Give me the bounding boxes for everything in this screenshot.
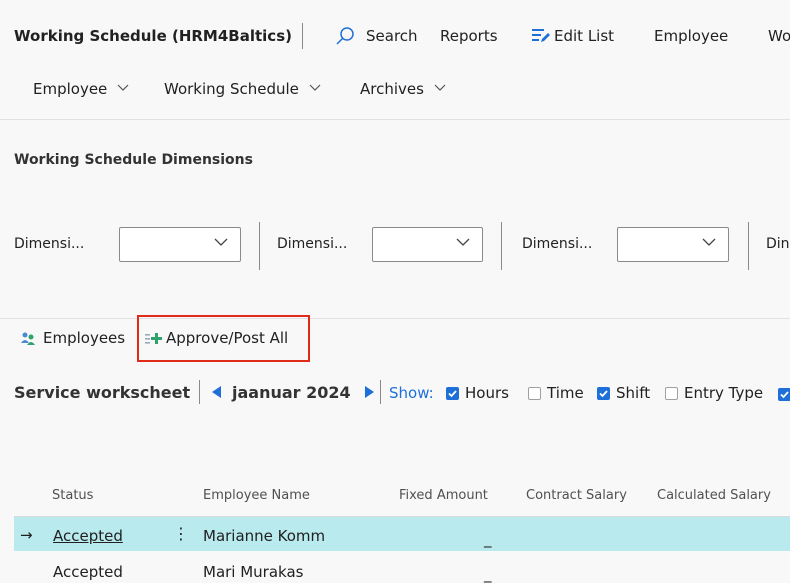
show-label: Show: (389, 384, 434, 402)
period-label: jaanuar 2024 (232, 383, 351, 402)
option-entry-type[interactable]: Entry Type (665, 384, 763, 402)
worksheet-divider (380, 380, 381, 404)
column-header-fixed-amount[interactable]: Fixed Amount (399, 488, 488, 503)
dimension-divider (259, 222, 260, 270)
chevron-down-icon (214, 238, 228, 246)
status-cell[interactable]: Accepted (53, 563, 123, 581)
status-link[interactable]: Accepted (53, 527, 123, 545)
previous-month-icon[interactable] (212, 386, 222, 398)
time-label: Time (547, 384, 584, 402)
dimension-label-4-cutoff: Din (766, 236, 790, 252)
menu-archives[interactable]: Archives (360, 80, 446, 98)
overflow-checkbox[interactable] (778, 388, 790, 401)
time-checkbox[interactable] (528, 387, 541, 400)
chevron-down-icon (456, 238, 470, 246)
hours-label: Hours (465, 384, 509, 402)
dimension-divider (748, 222, 749, 270)
column-header-contract-salary[interactable]: Contract Salary (526, 488, 627, 503)
dimension-label-1: Dimensi... (14, 236, 85, 252)
menu-divider (0, 119, 790, 120)
edit-list-icon (532, 29, 550, 42)
employee-action[interactable]: Employee (654, 27, 728, 45)
option-shift[interactable]: Shift (597, 384, 650, 402)
employee-name-cell[interactable]: Marianne Komm (203, 527, 325, 545)
chevron-down-icon (434, 84, 446, 91)
dimension-select-1[interactable] (119, 227, 241, 262)
row-actions-ellipsis-icon[interactable]: ⋮ (173, 524, 189, 543)
fixed-amount-cell[interactable]: _ (484, 530, 492, 548)
section-title: Working Schedule Dimensions (14, 152, 253, 168)
column-header-calculated-salary[interactable]: Calculated Salary (657, 488, 771, 503)
next-month-icon[interactable] (364, 386, 374, 398)
menu-working-schedule[interactable]: Working Schedule (164, 80, 321, 98)
hours-checkbox[interactable] (446, 387, 459, 400)
worksheet-title: Service workscheet (14, 383, 191, 402)
employees-label: Employees (43, 329, 126, 347)
worksheet-divider (199, 380, 200, 404)
employee-name-cell[interactable]: Mari Murakas (203, 563, 303, 581)
header-divider (302, 23, 303, 49)
search-icon (336, 27, 354, 45)
entry-type-checkbox[interactable] (665, 387, 678, 400)
shift-label: Shift (616, 384, 651, 402)
dimension-label-3: Dimensi... (522, 236, 593, 252)
employees-icon (21, 332, 35, 345)
entry-type-label: Entry Type (684, 384, 764, 402)
row-selected-arrow-icon: → (20, 526, 33, 544)
menu-archives-label: Archives (360, 80, 424, 98)
menu-employee-label: Employee (33, 80, 108, 98)
dimension-divider (501, 222, 502, 270)
approve-post-all-label: Approve/Post All (166, 329, 289, 347)
dimension-select-3[interactable] (617, 227, 729, 262)
page-title: Working Schedule (HRM4Baltics) (14, 27, 292, 45)
table-row-selected[interactable] (14, 517, 790, 551)
option-time[interactable]: Time (528, 384, 584, 402)
more-action-cutoff[interactable]: Wo (768, 27, 790, 45)
search-label: Search (366, 27, 418, 45)
column-header-employee-name[interactable]: Employee Name (203, 488, 310, 503)
dimension-label-2: Dimensi... (277, 236, 348, 252)
chevron-down-icon (117, 84, 129, 91)
fixed-amount-cell[interactable]: _ (484, 565, 492, 583)
edit-list-label: Edit List (554, 27, 615, 45)
section-divider (0, 318, 790, 319)
dimension-select-2[interactable] (372, 227, 483, 262)
column-header-status[interactable]: Status (52, 488, 93, 503)
menu-working-schedule-label: Working Schedule (164, 80, 299, 98)
option-hours[interactable]: Hours (446, 384, 509, 402)
menu-employee[interactable]: Employee (33, 80, 129, 98)
chevron-down-icon (702, 238, 716, 246)
shift-checkbox[interactable] (597, 387, 610, 400)
chevron-down-icon (309, 84, 321, 91)
reports-action[interactable]: Reports (440, 27, 498, 45)
approve-post-icon (145, 333, 162, 344)
